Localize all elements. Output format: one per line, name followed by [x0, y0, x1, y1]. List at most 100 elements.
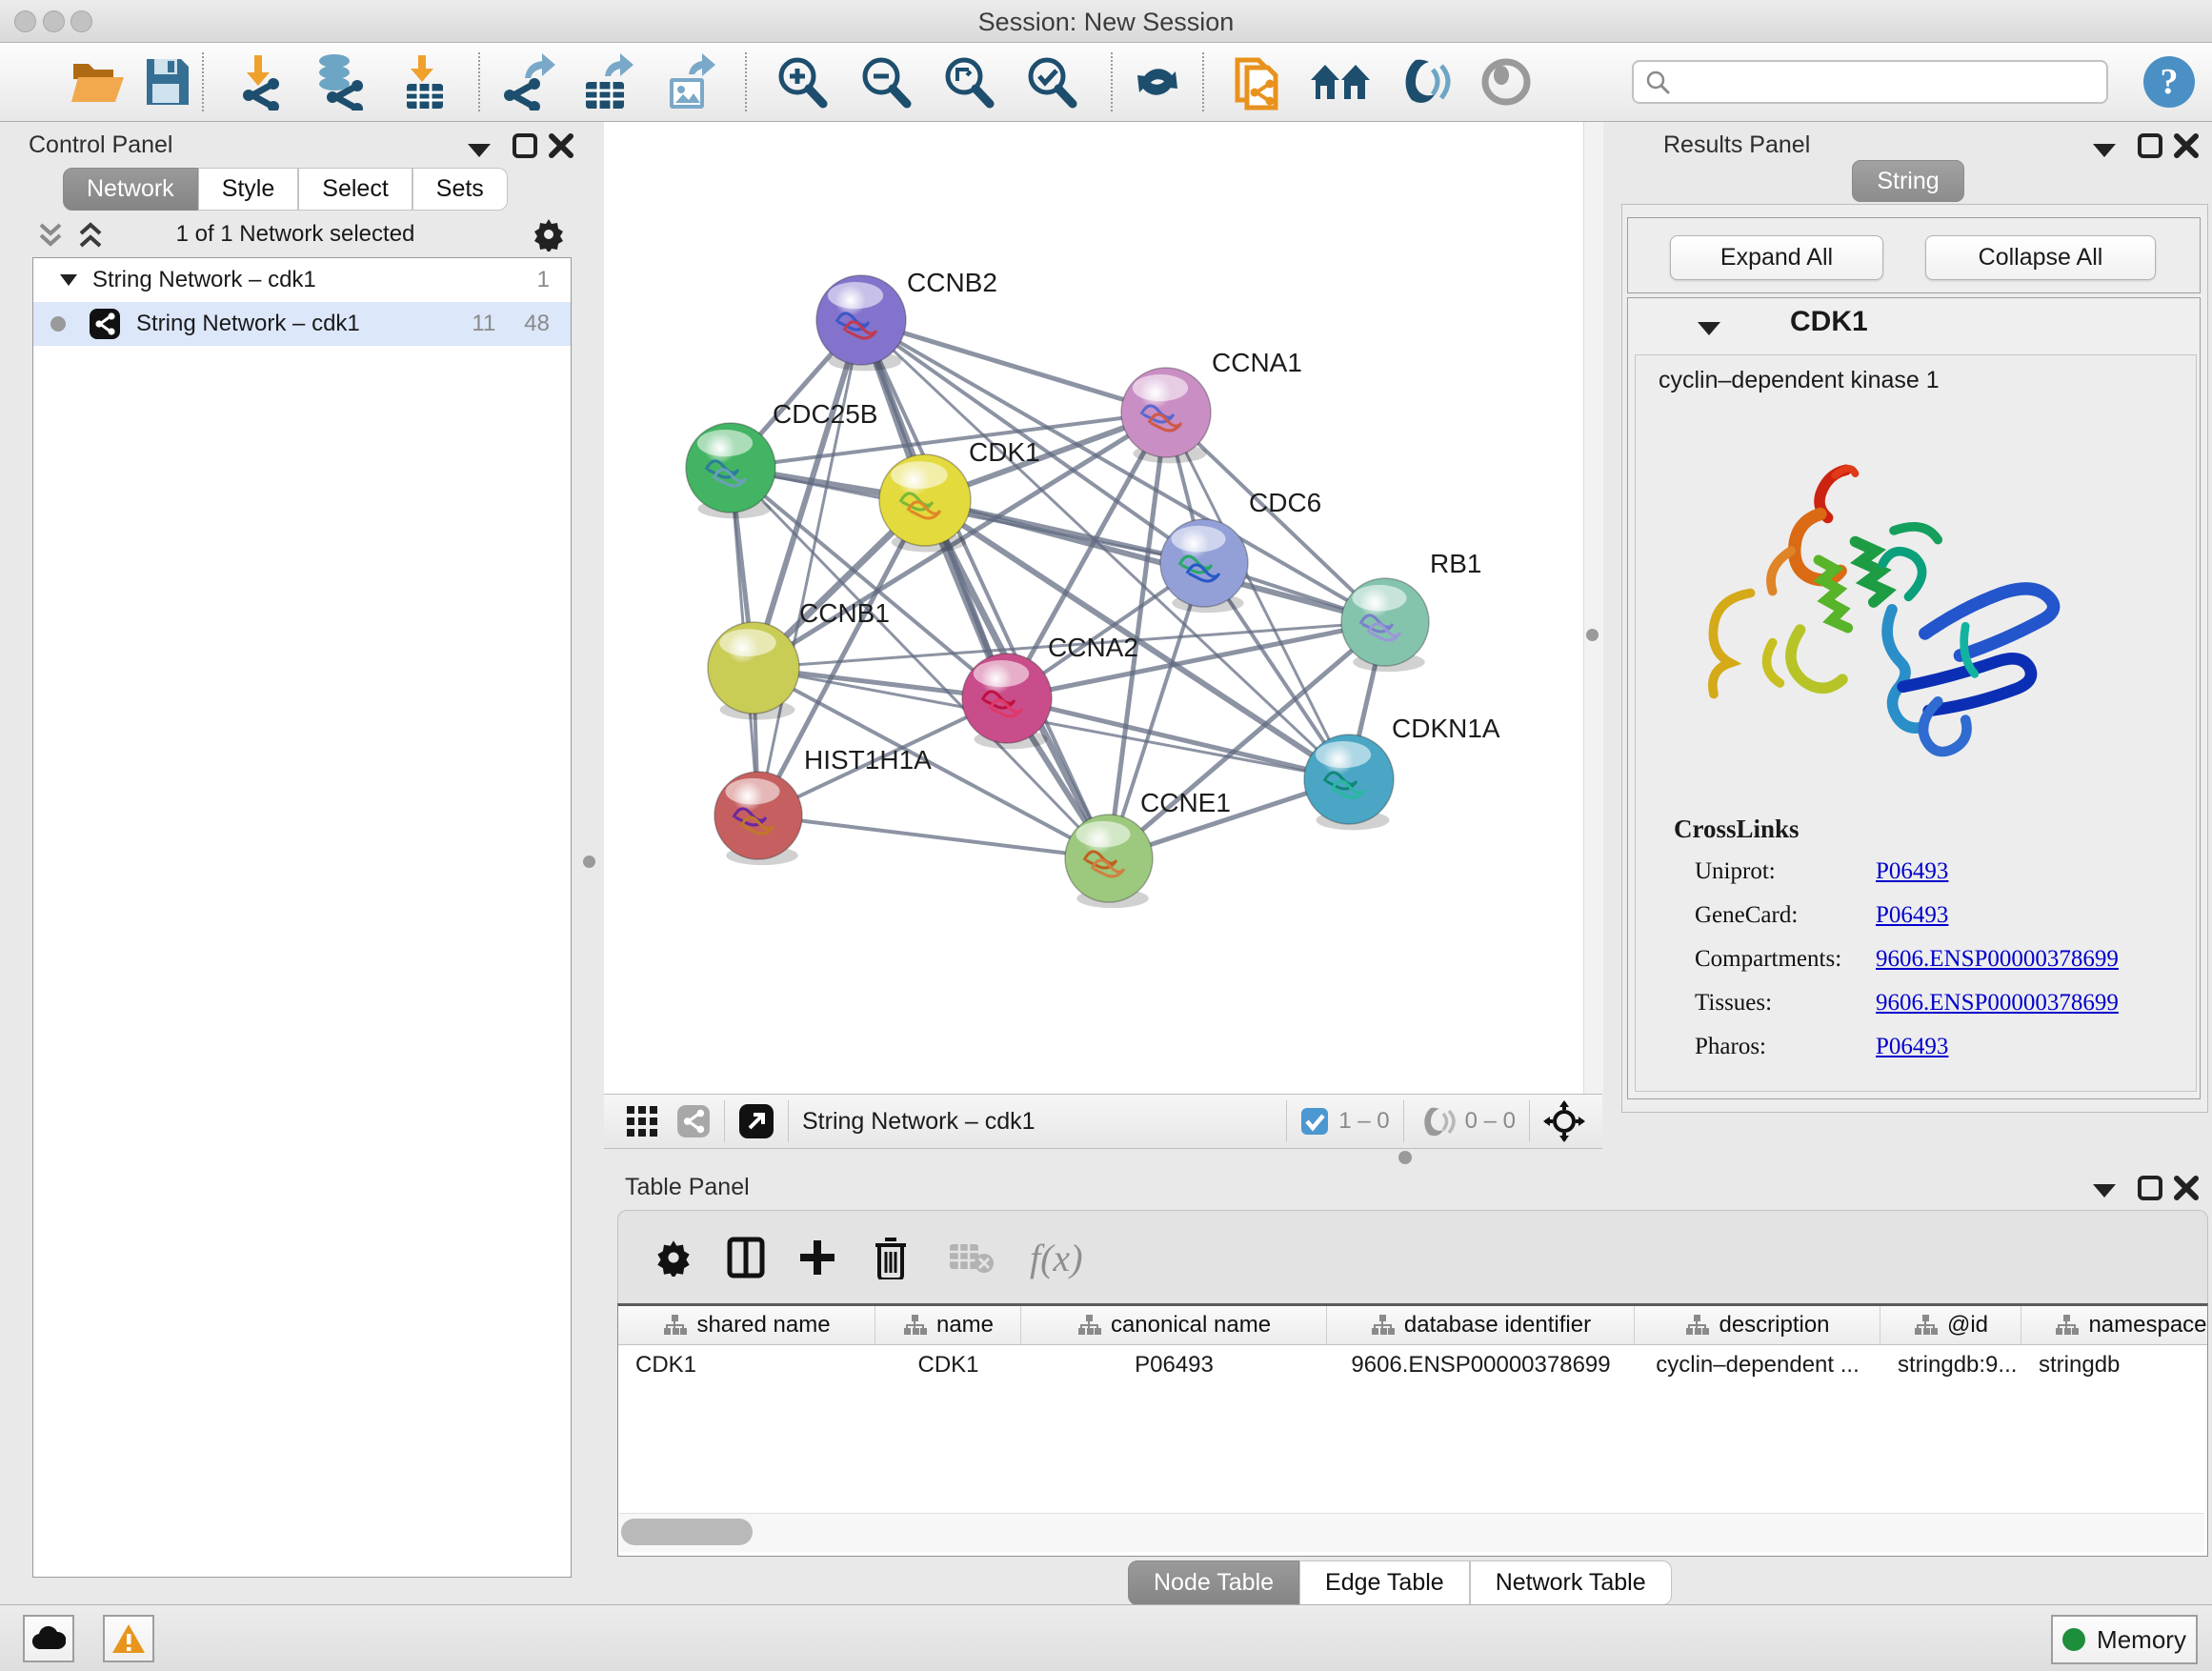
export-network-icon[interactable]	[499, 50, 562, 113]
tab-node-table[interactable]: Node Table	[1128, 1560, 1299, 1605]
crosslink-value[interactable]: 9606.ENSP00000378699	[1876, 946, 2119, 990]
table-horizontal-scrollbar[interactable]	[619, 1513, 2204, 1552]
edge-CCNE1-HIST1H1A[interactable]	[758, 815, 1109, 858]
table-panel-float-icon[interactable]	[2138, 1176, 2162, 1200]
function-builder-icon[interactable]: f(x)	[1030, 1236, 1083, 1280]
gear-icon[interactable]	[532, 217, 566, 252]
cell-canonical-name[interactable]: P06493	[1021, 1352, 1327, 1379]
zoom-selected-icon[interactable]	[1019, 50, 1082, 113]
control-panel-float-icon[interactable]	[513, 133, 537, 158]
tab-sets[interactable]: Sets	[412, 168, 508, 211]
birds-eye-grid-icon[interactable]	[625, 1104, 659, 1138]
column-header-canonical-name[interactable]: canonical name	[1021, 1306, 1327, 1344]
table-gear-icon[interactable]	[654, 1238, 693, 1277]
tab-style[interactable]: Style	[198, 168, 299, 211]
collection-expander-icon[interactable]	[60, 272, 79, 288]
collapse-all-button[interactable]: Collapse All	[1925, 235, 2156, 280]
column-header-description[interactable]: description	[1635, 1306, 1880, 1344]
cell-name[interactable]: CDK1	[875, 1352, 1021, 1379]
import-network-database-icon[interactable]	[307, 50, 370, 113]
string-import-icon[interactable]	[1227, 50, 1290, 113]
canvas-scrollbar[interactable]	[1583, 122, 1603, 1094]
expand-all-button[interactable]: Expand All	[1670, 235, 1883, 280]
edge-CCNB2-CCNE1[interactable]	[861, 320, 1109, 858]
delete-table-icon[interactable]	[948, 1240, 994, 1275]
selected-checkbox-icon[interactable]	[1300, 1107, 1329, 1136]
node-CCNA1[interactable]: CCNA1	[1121, 348, 1302, 463]
cell-description[interactable]: cyclin–dependent ...	[1635, 1352, 1880, 1379]
add-column-icon[interactable]	[797, 1238, 837, 1278]
expand-all-chevron-icon[interactable]	[76, 221, 105, 250]
tab-select[interactable]: Select	[298, 168, 412, 211]
edge-CCNB2-CCNA1[interactable]	[861, 320, 1166, 413]
cell-@id[interactable]: stringdb:9...	[1880, 1352, 2021, 1379]
control-panel-menu-icon[interactable]	[467, 141, 492, 158]
table-panel-menu-icon[interactable]	[2092, 1181, 2117, 1198]
table-row[interactable]: CDK1CDK1P064939606.ENSP00000378699cyclin…	[618, 1345, 2207, 1385]
column-header-name[interactable]: name	[875, 1306, 1021, 1344]
help-icon[interactable]: ?	[2138, 50, 2201, 113]
edge-CDK1-RB1[interactable]	[925, 500, 1385, 622]
crosslink-value[interactable]: P06493	[1876, 858, 1948, 902]
save-session-icon[interactable]	[135, 50, 198, 113]
node-RB1[interactable]: RB1	[1341, 549, 1481, 672]
show-columns-icon[interactable]	[727, 1237, 765, 1278]
export-image-icon[interactable]	[659, 50, 722, 113]
network-graph[interactable]: CCNB2CCNA1CDC25BCDK1CDC6RB1CCNB1CCNA2CDK…	[604, 122, 1583, 1094]
footer-share-icon[interactable]	[676, 1104, 711, 1138]
zoom-fit-icon[interactable]	[936, 50, 999, 113]
delete-column-icon[interactable]	[872, 1236, 910, 1279]
horizontal-splitter-handle[interactable]	[1398, 1151, 1412, 1164]
hide-glasses-icon[interactable]	[1393, 50, 1456, 113]
node-HIST1H1A[interactable]: HIST1H1A	[714, 745, 932, 865]
cell-namespace[interactable]: stringdb	[2021, 1352, 2208, 1379]
node-CDKN1A[interactable]: CDKN1A	[1304, 714, 1500, 830]
export-table-icon[interactable]	[577, 50, 640, 113]
column-header-@id[interactable]: @id	[1880, 1306, 2021, 1344]
apply-layout-icon[interactable]	[1126, 50, 1189, 113]
collapse-all-chevron-icon[interactable]	[36, 221, 65, 250]
column-header-database-identifier[interactable]: database identifier	[1327, 1306, 1635, 1344]
edge-CCNA2-CDKN1A[interactable]	[1007, 698, 1349, 779]
cell-shared-name[interactable]: CDK1	[618, 1352, 875, 1379]
table-panel-close-icon[interactable]	[2174, 1176, 2199, 1200]
crosslink-value[interactable]: 9606.ENSP00000378699	[1876, 990, 2119, 1034]
gene-expander-icon[interactable]	[1697, 319, 1721, 336]
search-input[interactable]	[1632, 60, 2108, 104]
network-canvas[interactable]: CCNB2CCNA1CDC25BCDK1CDC6RB1CCNB1CCNA2CDK…	[604, 122, 1583, 1094]
crosslink-value[interactable]: P06493	[1876, 902, 1948, 946]
search-field[interactable]	[1679, 68, 2093, 96]
control-panel-close-icon[interactable]	[549, 133, 573, 158]
tab-network[interactable]: Network	[63, 168, 198, 211]
memory-button[interactable]: Memory	[2051, 1615, 2198, 1664]
cell-database-identifier[interactable]: 9606.ENSP00000378699	[1327, 1352, 1635, 1379]
crosslink-value[interactable]: P06493	[1876, 1034, 1948, 1077]
results-panel-close-icon[interactable]	[2174, 133, 2199, 158]
cloud-status-button[interactable]	[23, 1615, 74, 1662]
results-panel-float-icon[interactable]	[2138, 133, 2162, 158]
scrollbar-handle[interactable]	[621, 1519, 753, 1545]
tab-network-table[interactable]: Network Table	[1470, 1560, 1672, 1605]
network-row[interactable]: String Network – cdk1 11 48	[33, 302, 571, 346]
zoom-out-icon[interactable]	[854, 50, 916, 113]
show-eye-icon[interactable]	[1475, 50, 1538, 113]
edge-CCNB2-HIST1H1A[interactable]	[758, 320, 861, 815]
hidden-eye-slash-icon[interactable]	[1418, 1105, 1456, 1137]
left-splitter-handle[interactable]	[583, 856, 595, 868]
homology-homes-icon[interactable]	[1309, 50, 1372, 113]
zoom-in-icon[interactable]	[770, 50, 833, 113]
node-CDC25B[interactable]: CDC25B	[686, 399, 877, 518]
node-CCNE1[interactable]: CCNE1	[1065, 788, 1231, 908]
right-splitter-handle[interactable]	[1586, 629, 1599, 641]
column-header-shared-name[interactable]: shared name	[618, 1306, 875, 1344]
import-network-file-icon[interactable]	[227, 50, 290, 113]
column-header-namespace[interactable]: namespace	[2021, 1306, 2208, 1344]
open-session-icon[interactable]	[67, 50, 130, 113]
open-in-window-icon[interactable]	[738, 1103, 774, 1139]
results-panel-menu-icon[interactable]	[2092, 141, 2117, 158]
pan-crosshair-icon[interactable]	[1543, 1100, 1585, 1142]
tab-edge-table[interactable]: Edge Table	[1299, 1560, 1470, 1605]
tab-string[interactable]: String	[1852, 160, 1964, 202]
import-table-file-icon[interactable]	[392, 50, 455, 113]
warning-status-button[interactable]	[103, 1615, 154, 1662]
